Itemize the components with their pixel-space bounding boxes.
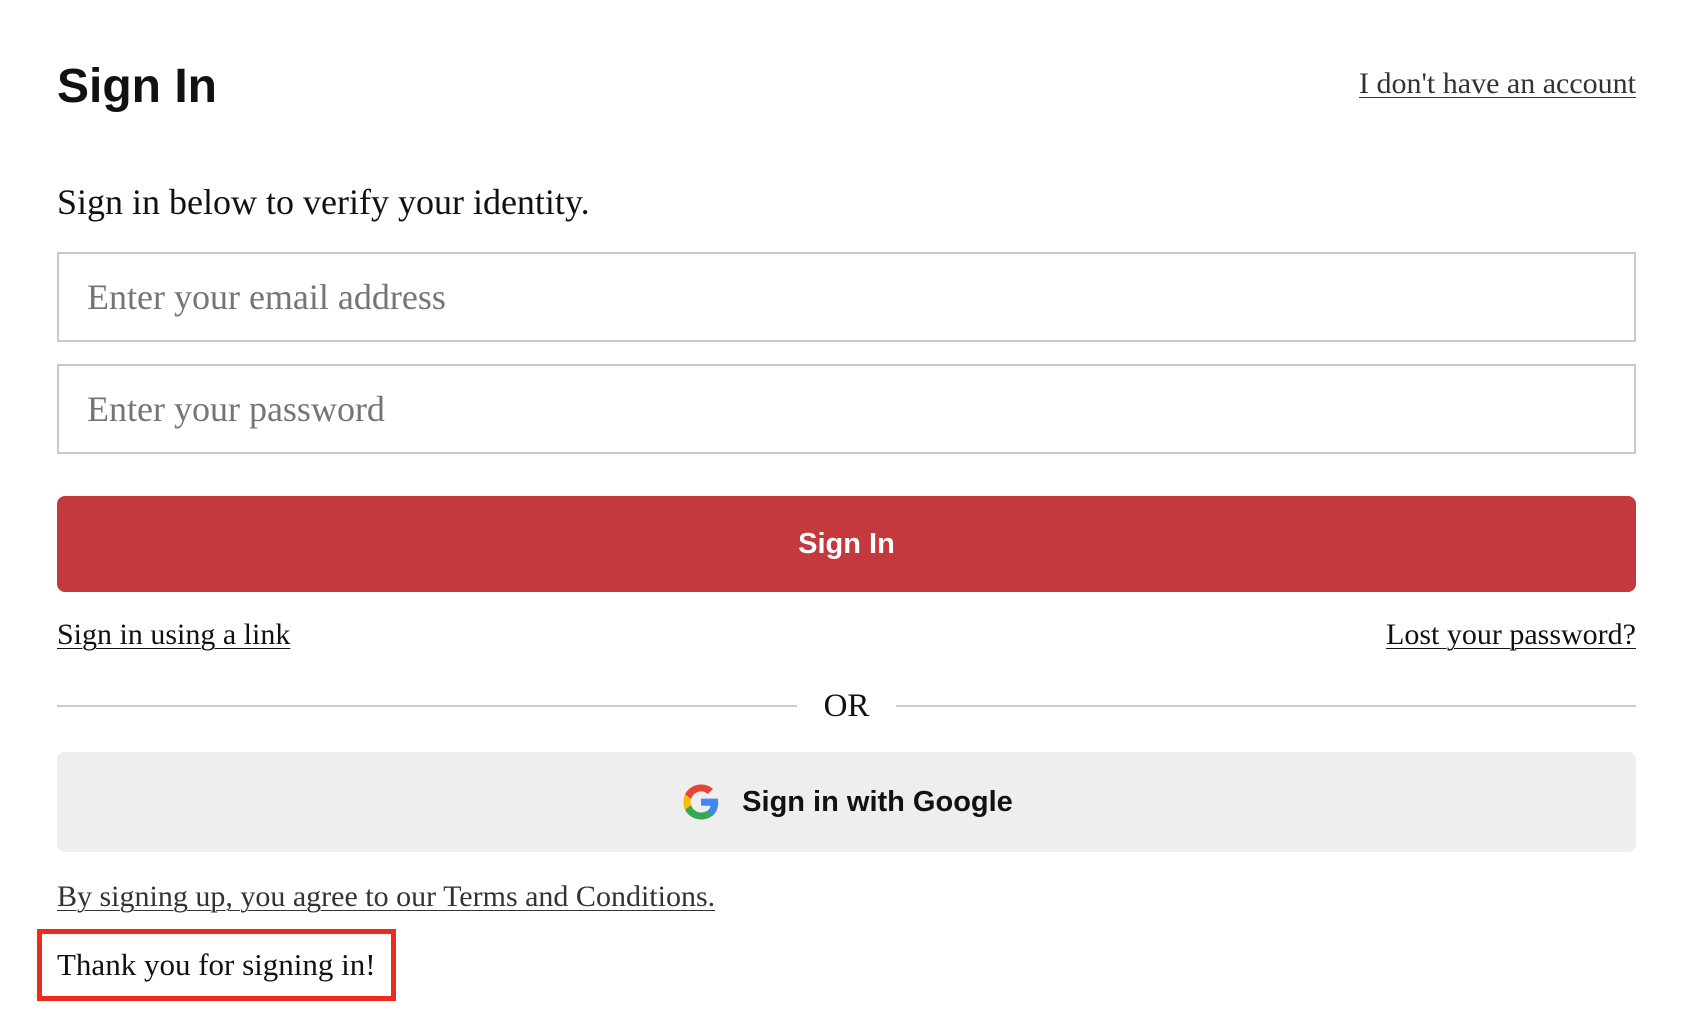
divider-line-right [896, 705, 1636, 707]
divider-label: OR [823, 688, 870, 724]
sign-in-page: Sign In I don't have an account Sign in … [37, 0, 1636, 1022]
or-divider: OR [57, 684, 1636, 728]
no-account-link[interactable]: I don't have an account [1359, 66, 1636, 102]
form-subtitle: Sign in below to verify your identity. [57, 182, 590, 222]
google-button-content: Sign in with Google [57, 752, 1636, 852]
confirmation-message: Thank you for signing in! [37, 929, 396, 1001]
sign-in-button[interactable]: Sign In [57, 496, 1636, 592]
lost-password-link[interactable]: Lost your password? [1386, 615, 1636, 655]
divider-line-left [57, 705, 797, 707]
terms-link[interactable]: By signing up, you agree to our Terms an… [57, 877, 715, 917]
secondary-links: Sign in using a link Lost your password? [57, 615, 1636, 655]
header: Sign In I don't have an account [57, 58, 1636, 118]
google-button-label: Sign in with Google [742, 785, 1013, 818]
email-field[interactable] [57, 252, 1636, 342]
password-field[interactable] [57, 364, 1636, 454]
google-g-icon [680, 781, 722, 823]
google-sign-in-button[interactable]: Sign in with Google [57, 752, 1636, 852]
page-title: Sign In [57, 60, 217, 113]
sign-in-with-link-link[interactable]: Sign in using a link [57, 615, 290, 655]
